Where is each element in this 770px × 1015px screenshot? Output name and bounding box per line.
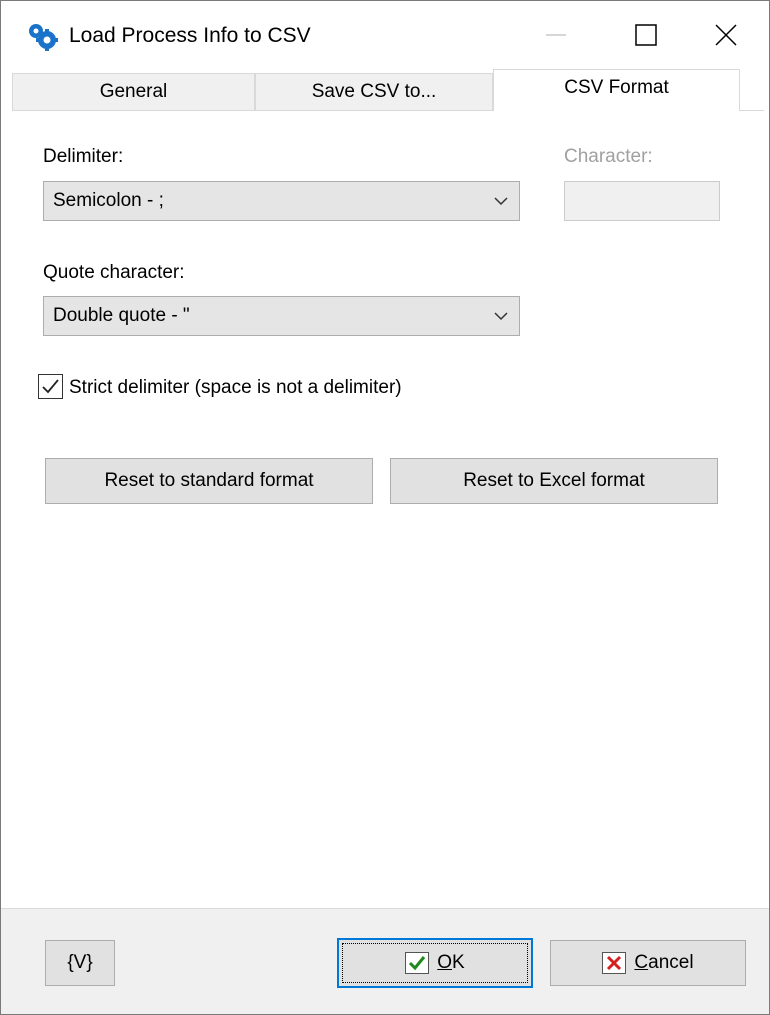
maximize-button[interactable] — [601, 1, 691, 69]
reset-standard-format-label: Reset to standard format — [104, 470, 314, 491]
variables-button[interactable]: {V} — [45, 940, 115, 986]
ok-rest: K — [452, 952, 465, 973]
character-label: Character: — [564, 146, 653, 167]
title-bar[interactable]: Load Process Info to CSV — [1, 1, 769, 69]
tab-save-csv-label: Save CSV to... — [311, 81, 437, 102]
reset-excel-format-button[interactable]: Reset to Excel format — [390, 458, 718, 504]
cancel-rest: ancel — [648, 952, 694, 973]
maximize-icon — [635, 24, 657, 46]
tab-panel — [12, 110, 764, 909]
delimiter-select-value: Semicolon - ; — [53, 190, 164, 211]
chevron-down-icon — [494, 197, 508, 206]
minimize-icon — [546, 34, 566, 36]
gears-icon — [25, 21, 59, 51]
character-input — [564, 181, 720, 221]
delimiter-select[interactable]: Semicolon - ; — [43, 181, 520, 221]
green-check-icon — [405, 952, 430, 974]
strict-delimiter-checkbox[interactable] — [38, 374, 63, 399]
dialog-window: Load Process Info to CSV General Save CS… — [0, 0, 770, 1015]
reset-standard-format-button[interactable]: Reset to standard format — [45, 458, 373, 504]
ok-button[interactable]: OK — [337, 938, 533, 988]
delimiter-label: Delimiter: — [43, 146, 124, 167]
strict-delimiter-label[interactable]: Strict delimiter (space is not a delimit… — [69, 376, 402, 400]
minimize-button[interactable] — [511, 1, 601, 69]
tab-general[interactable]: General — [12, 73, 255, 110]
quote-character-select-value: Double quote - " — [53, 305, 190, 326]
red-x-icon — [602, 952, 627, 974]
variables-button-label: {V} — [67, 952, 93, 973]
window-title: Load Process Info to CSV — [69, 24, 311, 47]
cancel-button-label: Cancel — [634, 952, 693, 974]
cancel-mnemonic: C — [634, 952, 649, 973]
tab-general-label: General — [99, 81, 168, 102]
cancel-button[interactable]: Cancel — [550, 940, 746, 986]
tab-csv-format[interactable]: CSV Format — [493, 69, 740, 111]
close-icon — [715, 24, 737, 46]
close-button[interactable] — [681, 1, 769, 69]
quote-character-label: Quote character: — [43, 262, 185, 283]
ok-button-label: OK — [437, 952, 464, 974]
tab-strip: General Save CSV to... CSV Format — [12, 69, 764, 111]
tab-save-csv[interactable]: Save CSV to... — [255, 73, 493, 110]
check-icon — [42, 379, 59, 394]
ok-mnemonic: O — [437, 952, 453, 973]
chevron-down-icon — [494, 312, 508, 321]
tab-csv-format-label: CSV Format — [564, 76, 669, 98]
quote-character-select[interactable]: Double quote - " — [43, 296, 520, 336]
reset-excel-format-label: Reset to Excel format — [463, 470, 645, 491]
